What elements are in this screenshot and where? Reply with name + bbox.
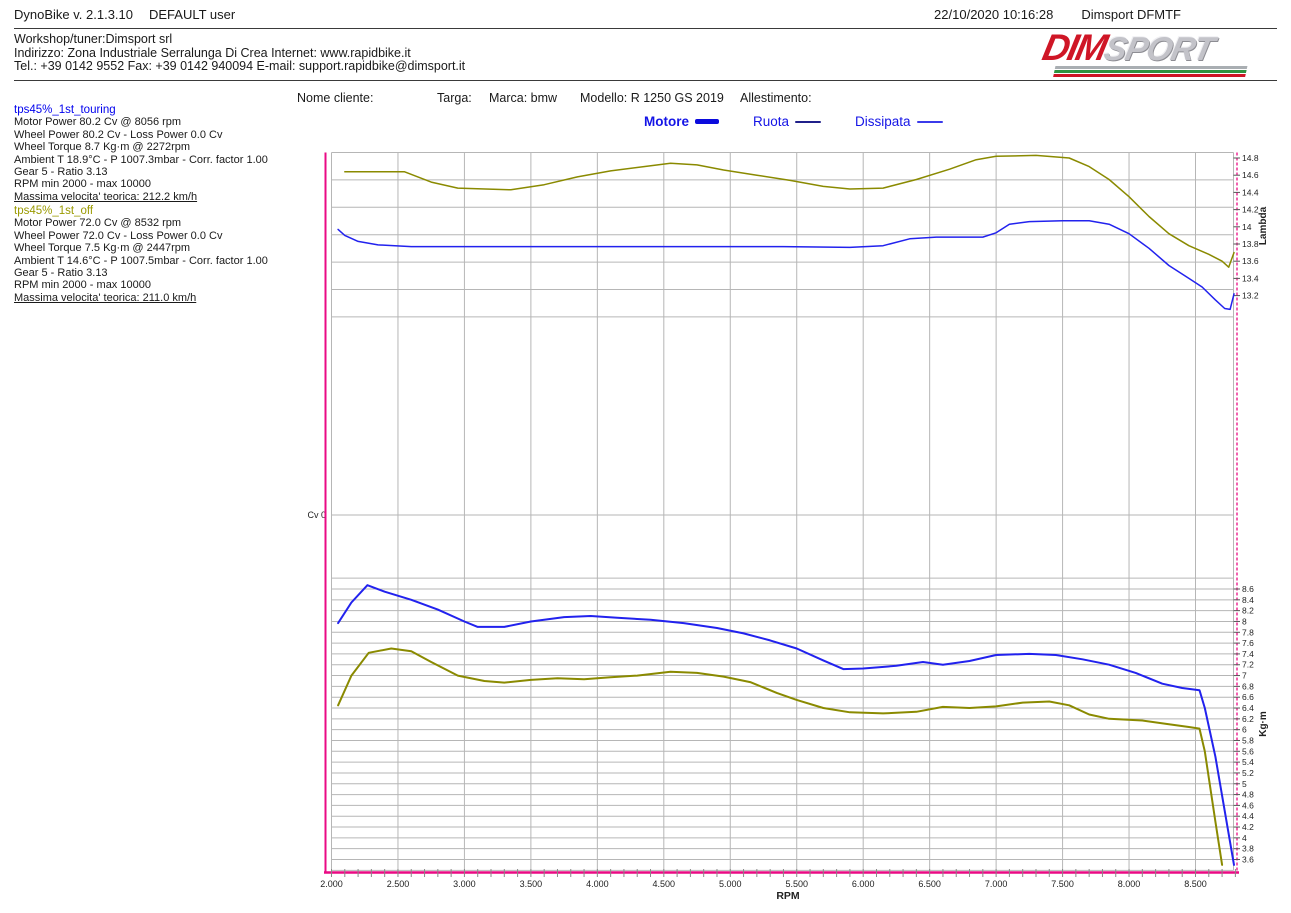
svg-text:8.000: 8.000 [1118, 879, 1141, 889]
dyno-chart: Cv 0 14.8 14.6 14.4 14.2 14 13.8 13.6 13.4 13.2 La… [0, 0, 1291, 913]
svg-text:8.4: 8.4 [1242, 595, 1254, 605]
svg-text:7.4: 7.4 [1242, 649, 1254, 659]
svg-text:8.6: 8.6 [1242, 584, 1254, 594]
svg-text:7.500: 7.500 [1051, 879, 1074, 889]
svg-text:13.2: 13.2 [1242, 291, 1259, 301]
curve-lambda_off [345, 155, 1234, 267]
svg-text:13.6: 13.6 [1242, 256, 1259, 266]
svg-text:14.2: 14.2 [1242, 205, 1259, 215]
svg-text:6.2: 6.2 [1242, 714, 1254, 724]
rpm-axis-label: RPM [776, 890, 800, 902]
svg-text:3.6: 3.6 [1242, 855, 1254, 865]
svg-text:4.500: 4.500 [653, 879, 676, 889]
svg-text:5.6: 5.6 [1242, 746, 1254, 756]
svg-text:6.8: 6.8 [1242, 681, 1254, 691]
lambda-axis-label: Lambda [1258, 206, 1269, 245]
svg-text:8.500: 8.500 [1184, 879, 1207, 889]
svg-text:5.8: 5.8 [1242, 735, 1254, 745]
svg-text:8.2: 8.2 [1242, 606, 1254, 616]
svg-text:2.500: 2.500 [387, 879, 410, 889]
curve-torque_off [338, 649, 1222, 865]
svg-text:8: 8 [1242, 616, 1247, 626]
svg-text:4.000: 4.000 [586, 879, 609, 889]
svg-text:6: 6 [1242, 725, 1247, 735]
svg-text:6.000: 6.000 [852, 879, 875, 889]
svg-text:4.4: 4.4 [1242, 811, 1254, 821]
svg-text:3.8: 3.8 [1242, 844, 1254, 854]
svg-text:5.2: 5.2 [1242, 768, 1254, 778]
svg-text:7.8: 7.8 [1242, 627, 1254, 637]
svg-text:13.8: 13.8 [1242, 239, 1259, 249]
torque-axis-label: Kg·m [1258, 711, 1269, 737]
svg-text:14.4: 14.4 [1242, 187, 1259, 197]
svg-text:7.2: 7.2 [1242, 660, 1254, 670]
svg-text:3.500: 3.500 [520, 879, 543, 889]
svg-text:13.4: 13.4 [1242, 273, 1259, 283]
curve-lambda_touring [338, 221, 1234, 310]
svg-text:6.4: 6.4 [1242, 703, 1254, 713]
svg-text:3.000: 3.000 [453, 879, 476, 889]
svg-text:4: 4 [1242, 833, 1247, 843]
svg-text:5.500: 5.500 [785, 879, 808, 889]
dynobike-report-page: DynoBike v. 2.1.3.10 DEFAULT user 22/10/… [0, 0, 1291, 913]
svg-text:7.6: 7.6 [1242, 638, 1254, 648]
svg-text:14.8: 14.8 [1242, 153, 1259, 163]
svg-text:14: 14 [1242, 222, 1252, 232]
svg-text:7.000: 7.000 [985, 879, 1008, 889]
svg-text:5.000: 5.000 [719, 879, 742, 889]
svg-text:6.500: 6.500 [918, 879, 941, 889]
svg-text:5.4: 5.4 [1242, 757, 1254, 767]
svg-text:14.6: 14.6 [1242, 170, 1259, 180]
svg-text:7: 7 [1242, 671, 1247, 681]
svg-text:5: 5 [1242, 779, 1247, 789]
cv-axis-zero-label: Cv 0 [307, 510, 326, 520]
svg-text:6.6: 6.6 [1242, 692, 1254, 702]
svg-text:4.2: 4.2 [1242, 822, 1254, 832]
svg-text:2.000: 2.000 [320, 879, 343, 889]
curve-torque_touring [338, 585, 1234, 865]
svg-text:4.8: 4.8 [1242, 790, 1254, 800]
svg-text:4.6: 4.6 [1242, 800, 1254, 810]
